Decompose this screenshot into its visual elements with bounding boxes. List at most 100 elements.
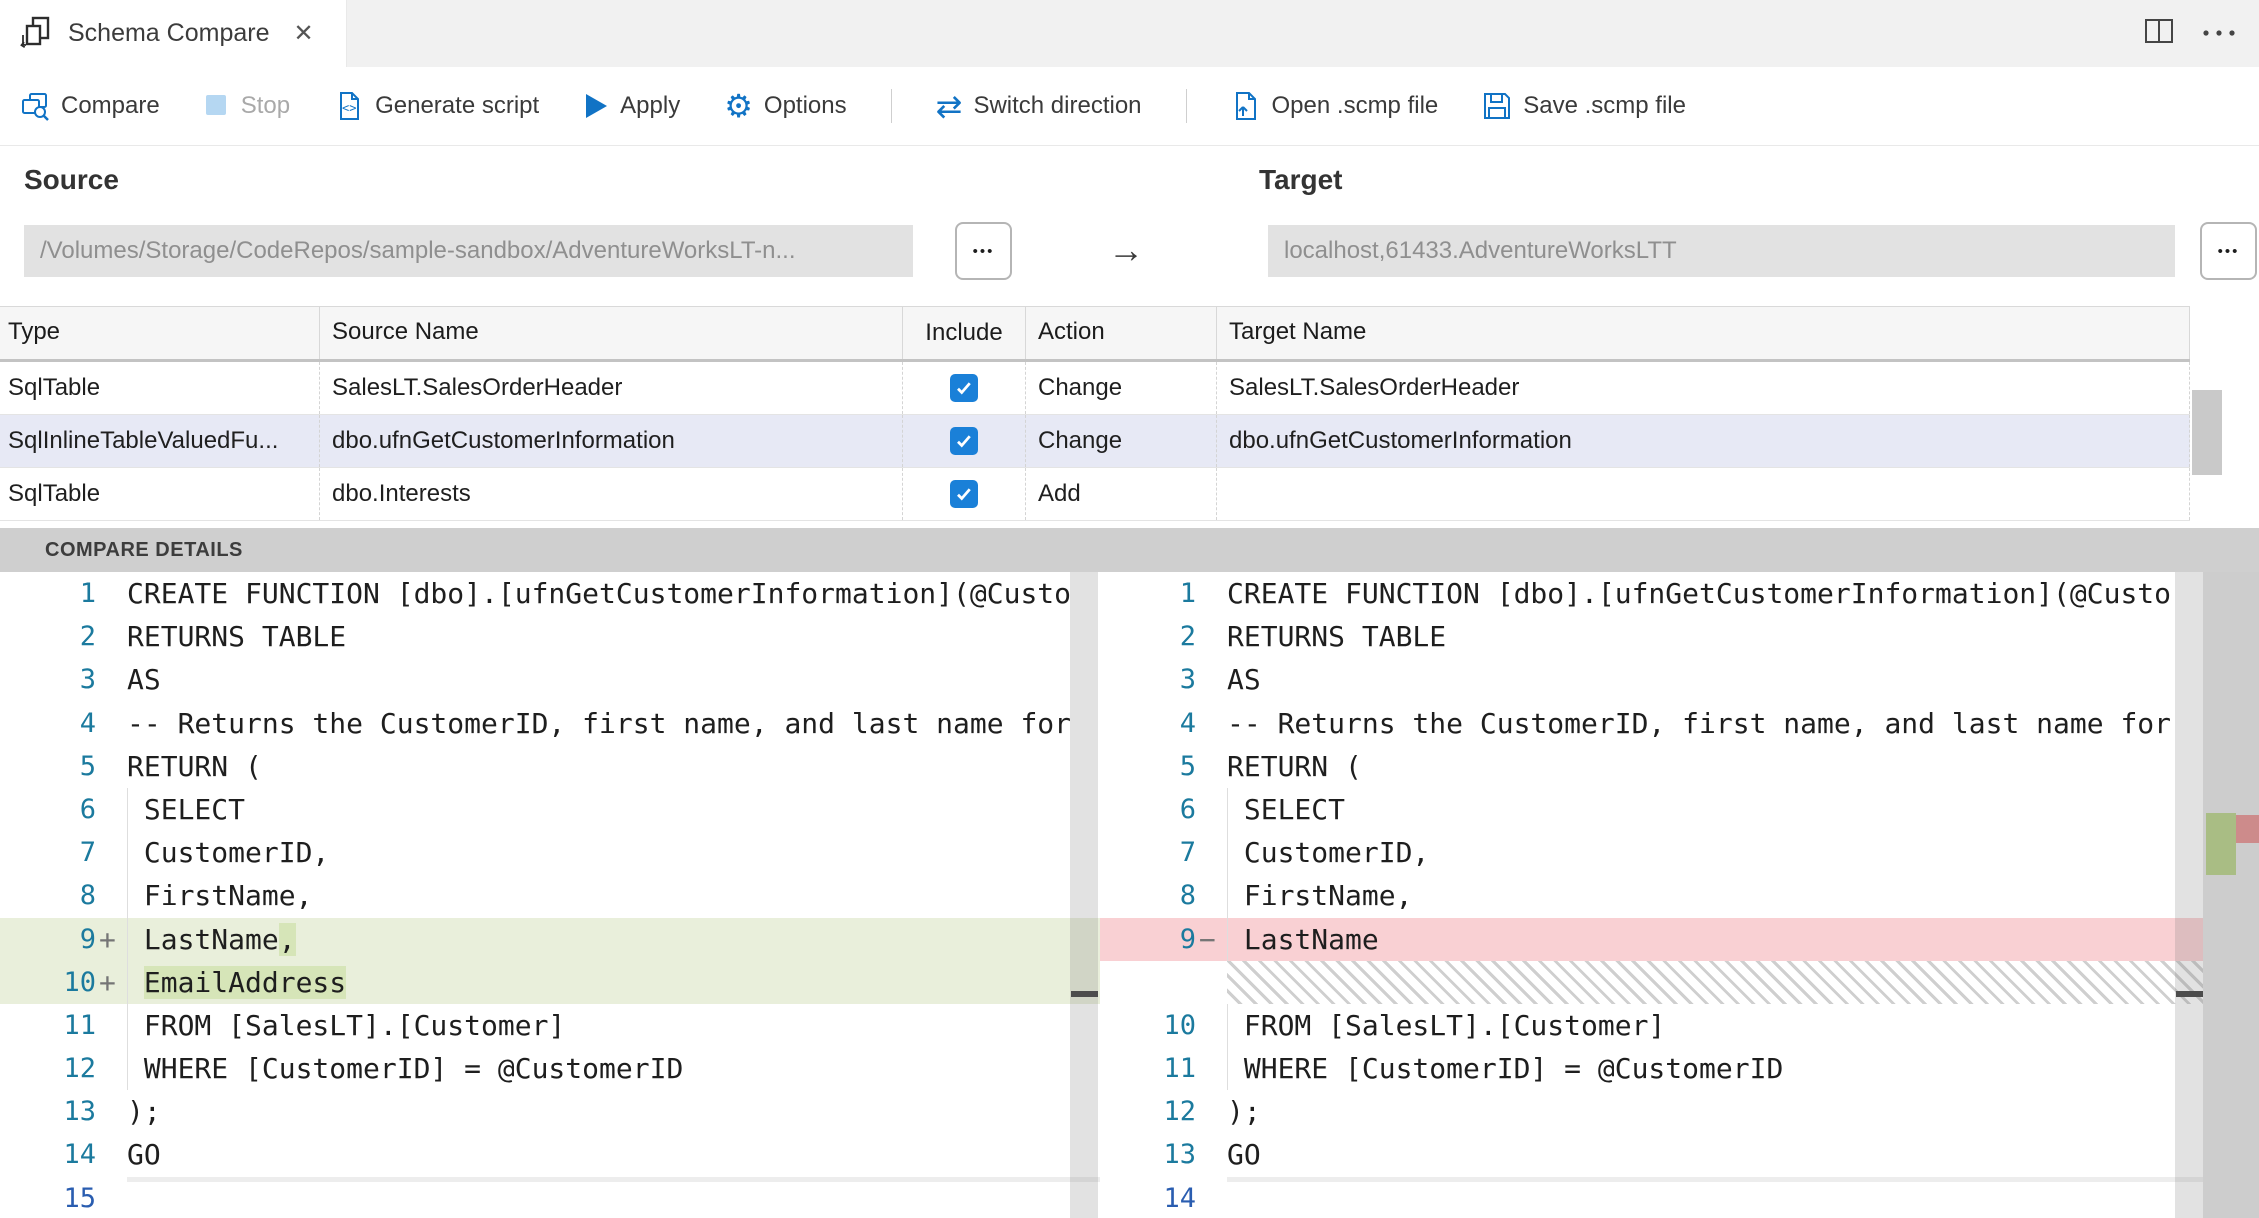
code-line[interactable]: 8 FirstName, — [1100, 874, 2203, 917]
schema-compare-app: Schema Compare ✕ Compare Stop <> Generate s… — [0, 0, 2259, 1218]
code-line[interactable]: 11 FROM [SalesLT].[Customer] — [0, 1004, 1100, 1047]
options-icon: ⚙ — [724, 88, 753, 124]
code-text: RETURN ( — [1227, 749, 1362, 783]
code-line[interactable]: 1 CREATE FUNCTION [dbo].[ufnGetCustomerIn… — [0, 572, 1100, 615]
table-row[interactable]: SqlTable dbo.Interests Add — [0, 468, 2190, 521]
column-header-source-name[interactable]: Source Name — [320, 307, 903, 359]
code-line[interactable]: 14 GO — [0, 1133, 1100, 1176]
include-checkbox[interactable] — [950, 427, 978, 455]
code-line[interactable]: 12); — [1100, 1090, 2203, 1133]
switch-direction-button[interactable]: ⇄ Switch direction — [936, 90, 1142, 122]
compare-results-grid: Type Source Name Include Action Target Name … — [0, 306, 2259, 521]
line-number: 11 — [1163, 1053, 1196, 1085]
source-input[interactable]: /Volumes/Storage/CodeRepos/sample-sandbo… — [24, 225, 913, 277]
target-name-cell — [1217, 468, 2190, 520]
save-scmp-button[interactable]: Save .scmp file — [1482, 91, 1686, 121]
stop-label: Stop — [240, 92, 291, 119]
code-line[interactable]: 7 CustomerID, — [0, 831, 1100, 874]
code-text: RETURNS TABLE — [127, 620, 347, 654]
diff-sign — [96, 1177, 127, 1218]
code-line[interactable]: 5 RETURN ( — [0, 745, 1100, 788]
open-scmp-button[interactable]: Open .scmp file — [1231, 91, 1438, 121]
code-line[interactable]: 10 + EmailAddress — [0, 960, 1100, 1004]
code-line[interactable]: 2 RETURNS TABLE — [1100, 615, 2203, 658]
code-line[interactable]: 1 CREATE FUNCTION [dbo].[ufnGetCustomerIn… — [1100, 572, 2203, 615]
code-line[interactable]: 4 -- Returns the CustomerID, first name, … — [0, 702, 1100, 745]
code-text: WHERE [CustomerID] = @CustomerID — [1227, 1047, 2203, 1090]
code-line[interactable]: 3 AS — [0, 658, 1100, 701]
code-line[interactable]: 2 RETURNS TABLE — [0, 615, 1100, 658]
code-text: SELECT — [1227, 788, 2203, 831]
column-header-action[interactable]: Action — [1026, 307, 1217, 359]
code-line[interactable]: 8 FirstName, — [0, 874, 1100, 917]
code-line[interactable]: 3 AS — [1100, 658, 2203, 701]
code-line[interactable]: 13 GO — [1100, 1133, 2203, 1176]
overview-insert-marker — [2206, 813, 2236, 875]
target-browse-button[interactable]: ••• — [2200, 222, 2257, 280]
table-row[interactable]: SqlInlineTableValuedFu... dbo.ufnGetCusto… — [0, 415, 2190, 468]
code-text: ); — [127, 1095, 161, 1129]
source-heading: Source — [24, 164, 119, 195]
options-button[interactable]: ⚙ Options — [724, 90, 846, 122]
include-cell — [903, 362, 1026, 414]
column-header-target-name[interactable]: Target Name — [1217, 307, 2190, 359]
apply-button[interactable]: Apply — [583, 91, 680, 121]
column-header-type[interactable]: Type — [0, 307, 320, 359]
save-file-icon — [1482, 91, 1512, 121]
diff-overview-ruler[interactable] — [2203, 572, 2259, 1218]
include-checkbox[interactable] — [950, 480, 978, 508]
toolbar: Compare Stop <> Generate script Apply ⚙ Option… — [0, 67, 2259, 146]
line-number: 4 — [79, 707, 96, 739]
source-name-cell: dbo.ufnGetCustomerInformation — [320, 415, 903, 467]
diff-sign — [96, 1004, 127, 1047]
diff-spacer-line[interactable] — [1100, 960, 2203, 1004]
close-icon[interactable]: ✕ — [293, 19, 313, 48]
code-line[interactable]: 12 WHERE [CustomerID] = @CustomerID — [0, 1047, 1100, 1090]
line-number: 5 — [79, 750, 96, 782]
tab-schema-compare[interactable]: Schema Compare ✕ — [0, 0, 347, 67]
split-editor-icon[interactable] — [2143, 16, 2175, 51]
column-header-include[interactable]: Include — [903, 307, 1026, 359]
include-checkbox[interactable] — [950, 374, 978, 402]
target-heading: Target — [1259, 164, 1343, 195]
code-line[interactable]: 4 -- Returns the CustomerID, first name, … — [1100, 702, 2203, 745]
line-number: 9 — [79, 923, 96, 955]
line-number: 1 — [79, 578, 96, 609]
code-text: FirstName, — [127, 874, 1100, 917]
code-line[interactable]: 5 RETURN ( — [1100, 745, 2203, 788]
code-text: RETURN ( — [127, 749, 262, 783]
code-line[interactable]: 9 + LastName, — [0, 917, 1100, 961]
left-vertical-scrollbar[interactable] — [1070, 572, 1098, 1218]
source-browse-button[interactable]: ••• — [955, 222, 1012, 280]
compare-button[interactable]: Compare — [20, 91, 160, 121]
code-line[interactable]: 6 SELECT — [0, 788, 1100, 831]
code-line[interactable]: 10 FROM [SalesLT].[Customer] — [1100, 1004, 2203, 1047]
code-text: FROM [SalesLT].[Customer] — [1227, 1004, 2203, 1047]
generate-script-button[interactable]: <> Generate script — [334, 91, 539, 121]
code-line[interactable]: 15 — [0, 1176, 1100, 1218]
include-cell — [903, 415, 1026, 467]
code-text: RETURNS TABLE — [1227, 620, 1447, 654]
code-line[interactable]: 9− LastName — [1100, 917, 2203, 961]
action-cell: Add — [1026, 468, 1217, 520]
right-vertical-scrollbar[interactable] — [2175, 572, 2203, 1218]
compare-label: Compare — [61, 92, 160, 119]
code-text: GO — [127, 1138, 161, 1172]
line-number: 6 — [1179, 793, 1196, 825]
table-row[interactable]: SqlTable SalesLT.SalesOrderHeader Change Sa… — [0, 362, 2190, 415]
source-name-cell: dbo.Interests — [320, 468, 903, 520]
code-line[interactable]: 13); — [0, 1090, 1100, 1133]
diff-sign — [1196, 1047, 1227, 1090]
code-line[interactable]: 11 WHERE [CustomerID] = @CustomerID — [1100, 1047, 2203, 1090]
code-line[interactable]: 14 — [1100, 1176, 2203, 1218]
code-line[interactable]: 6 SELECT — [1100, 788, 2203, 831]
code-text: SELECT — [127, 788, 1100, 831]
line-number: 3 — [79, 664, 96, 696]
more-actions-icon[interactable] — [2201, 25, 2237, 43]
target-input[interactable]: localhost,61433.AdventureWorksLTT — [1268, 225, 2175, 277]
diff-sign — [96, 658, 127, 701]
diff-sign — [96, 745, 127, 788]
code-line[interactable]: 7 CustomerID, — [1100, 831, 2203, 874]
grid-vertical-scrollbar[interactable] — [2192, 390, 2222, 475]
line-number: 15 — [63, 1182, 96, 1214]
